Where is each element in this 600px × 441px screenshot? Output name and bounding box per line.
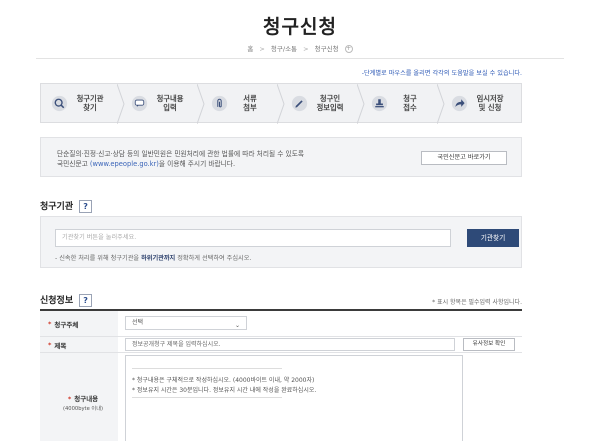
chevron-right-icon [197, 84, 205, 124]
epeople-link[interactable]: (www.epeople.go.kr) [90, 160, 159, 168]
field-label: * 청구내용 (4000byte 이내) [40, 353, 118, 441]
notice-text: 을 이용해 주시기 바랍니다. [158, 160, 236, 168]
field-value: 선택 ⌄ [118, 311, 522, 336]
section-title-text: 신청정보 [40, 296, 74, 306]
org-note: - 신속한 처리를 위해 청구기관을 하위기관까지 정확하게 선택하여 주십시오… [55, 253, 251, 262]
note-text: 정확하게 선택하여 주십시오. [175, 255, 252, 262]
step-find-organization[interactable]: 청구기관 찾기 [41, 84, 125, 124]
step-label: 청구 [403, 94, 417, 103]
title-input[interactable]: 정보공개청구 제목을 입력하십시오. [125, 338, 455, 351]
breadcrumb-separator: > [303, 45, 309, 53]
form-row-content: * 청구내용 (4000byte 이내) * 청구내용은 구체적으로 작성하십시오… [40, 353, 522, 441]
textarea-hint: * 청구내용은 구체적으로 작성하십시오. (4000바이트 이내, 약 200… [132, 377, 315, 384]
epeople-shortcut-button[interactable]: 국민신문고 바로가기 [421, 151, 507, 165]
required-star: * [48, 340, 52, 349]
field-value: * 청구내용은 구체적으로 작성하십시오. (4000바이트 이내, 약 200… [118, 353, 522, 441]
step-label: 임시저장 [476, 94, 504, 103]
chevron-right-icon [437, 84, 445, 124]
help-icon[interactable]: ? [79, 294, 93, 307]
breadcrumb-home[interactable]: 홈 [247, 45, 253, 53]
step-label: 청구인 [319, 94, 341, 103]
step-label: 찾기 [83, 103, 97, 112]
notice-text: 국민신문고 [57, 160, 90, 168]
form-row-subject: * 청구주체 선택 ⌄ [40, 311, 522, 337]
epeople-notice-box: 단순질의·진정·신고·상담 등의 일반민원은 민원처리에 관한 법률에 따라 처… [40, 137, 522, 177]
step-label: 입력 [163, 103, 177, 112]
help-icon[interactable]: ? [79, 200, 93, 213]
breadcrumb-current: 청구신청 [314, 45, 339, 53]
required-star: * [67, 395, 72, 403]
field-sub-label: (4000byte 이내) [62, 406, 104, 412]
step-label: 접수 [403, 103, 417, 112]
step-label: 서류 [243, 94, 257, 103]
paperclip-icon [211, 95, 228, 111]
form-row-title: * 제목 정보공개청구 제목을 입력하십시오. 유사정보 확인 [40, 337, 522, 353]
field-label-text: 제목 [54, 341, 67, 350]
page-title: 청구신청 [263, 16, 337, 38]
note-text: - 신속한 처리를 위해 청구기관을 [55, 255, 142, 262]
required-star: * [48, 319, 52, 328]
step-save-and-apply[interactable]: 임시저장 및 신청 [441, 84, 521, 122]
field-label-text: 청구내용 [74, 395, 99, 403]
stamp-icon [371, 95, 388, 111]
find-org-button[interactable]: 기관찾기 [467, 229, 519, 247]
step-label: 첨부 [243, 103, 257, 112]
epeople-notice-text: 단순질의·진정·신고·상담 등의 일반민원은 민원처리에 관한 법률에 따라 처… [57, 149, 377, 169]
step-bar: 청구기관 찾기 청구내용 입력 서류 첨부 청구인 정보입력 청구 접수 임시저장 및 신청 [40, 83, 522, 124]
notice-line: 단순질의·진정·신고·상담 등의 일반민원은 민원처리에 관한 법률에 따라 처… [57, 150, 304, 158]
similar-info-button[interactable]: 유사정보 확인 [463, 338, 515, 351]
required-note: * 표시 항목은 필수입력 사항입니다. [432, 299, 522, 306]
step-submit-request[interactable]: 청구 접수 [361, 84, 445, 124]
content-textarea[interactable]: * 청구내용은 구체적으로 작성하십시오. (4000바이트 이내, 약 200… [125, 355, 463, 441]
apply-form: * 청구주체 선택 ⌄ * 제목 정보공개청구 제목을 입력하십시오. 유사정보 확인… [40, 309, 522, 441]
step-applicant-info[interactable]: 청구인 정보입력 [281, 84, 365, 124]
field-label: * 청구주체 [40, 311, 118, 336]
textarea-divider [132, 397, 282, 398]
step-label: 청구기관 [76, 94, 104, 103]
breadcrumb: 홈 > 청구/소통 > 청구신청 + [0, 43, 600, 53]
org-search-input[interactable]: 기관찾기 버튼을 눌러주세요. [55, 229, 451, 247]
subject-select[interactable]: 선택 ⌄ [125, 316, 247, 330]
textarea-hint: * 정보유지 시간은 30분입니다. 정보유지 시간 내에 작성을 완료하십시오… [132, 387, 317, 394]
chevron-down-icon: ⌄ [234, 322, 240, 329]
title-divider [36, 58, 564, 59]
step-enter-content[interactable]: 청구내용 입력 [121, 84, 205, 124]
step-notice: -단계별로 마우스를 올리면 각각의 도움말을 보실 수 있습니다. [361, 70, 522, 77]
textarea-divider [132, 368, 282, 369]
step-label: 정보입력 [316, 103, 344, 112]
field-label-text: 청구주체 [54, 320, 79, 329]
step-label: 및 신청 [478, 103, 502, 112]
speech-bubble-icon [131, 95, 148, 111]
section-title-text: 청구기관 [40, 202, 74, 212]
plus-icon[interactable]: + [344, 45, 353, 53]
step-attach-documents[interactable]: 서류 첨부 [201, 84, 285, 124]
field-label: * 제목 [40, 337, 118, 352]
org-section-title: 청구기관? [40, 199, 93, 213]
apply-section-title: 신청정보? [40, 293, 93, 307]
org-search-box: 기관찾기 버튼을 눌러주세요. 기관찾기 - 신속한 처리를 위해 청구기관을 … [40, 216, 522, 268]
field-value: 정보공개청구 제목을 입력하십시오. 유사정보 확인 [118, 337, 522, 352]
notice-line: 국민신문고 (www.epeople.go.kr)을 이용해 주시기 바랍니다. [57, 159, 377, 169]
select-value: 선택 [132, 319, 144, 326]
chevron-right-icon [117, 84, 125, 124]
note-emphasis: 하위기관까지 [141, 255, 176, 262]
pencil-icon [291, 95, 308, 111]
step-label: 청구내용 [156, 94, 184, 103]
share-arrow-icon [451, 95, 468, 111]
chevron-right-icon [277, 84, 285, 124]
breadcrumb-separator: > [259, 45, 265, 53]
chevron-right-icon [357, 84, 365, 124]
breadcrumb-category[interactable]: 청구/소통 [271, 45, 297, 53]
search-icon [51, 95, 68, 111]
